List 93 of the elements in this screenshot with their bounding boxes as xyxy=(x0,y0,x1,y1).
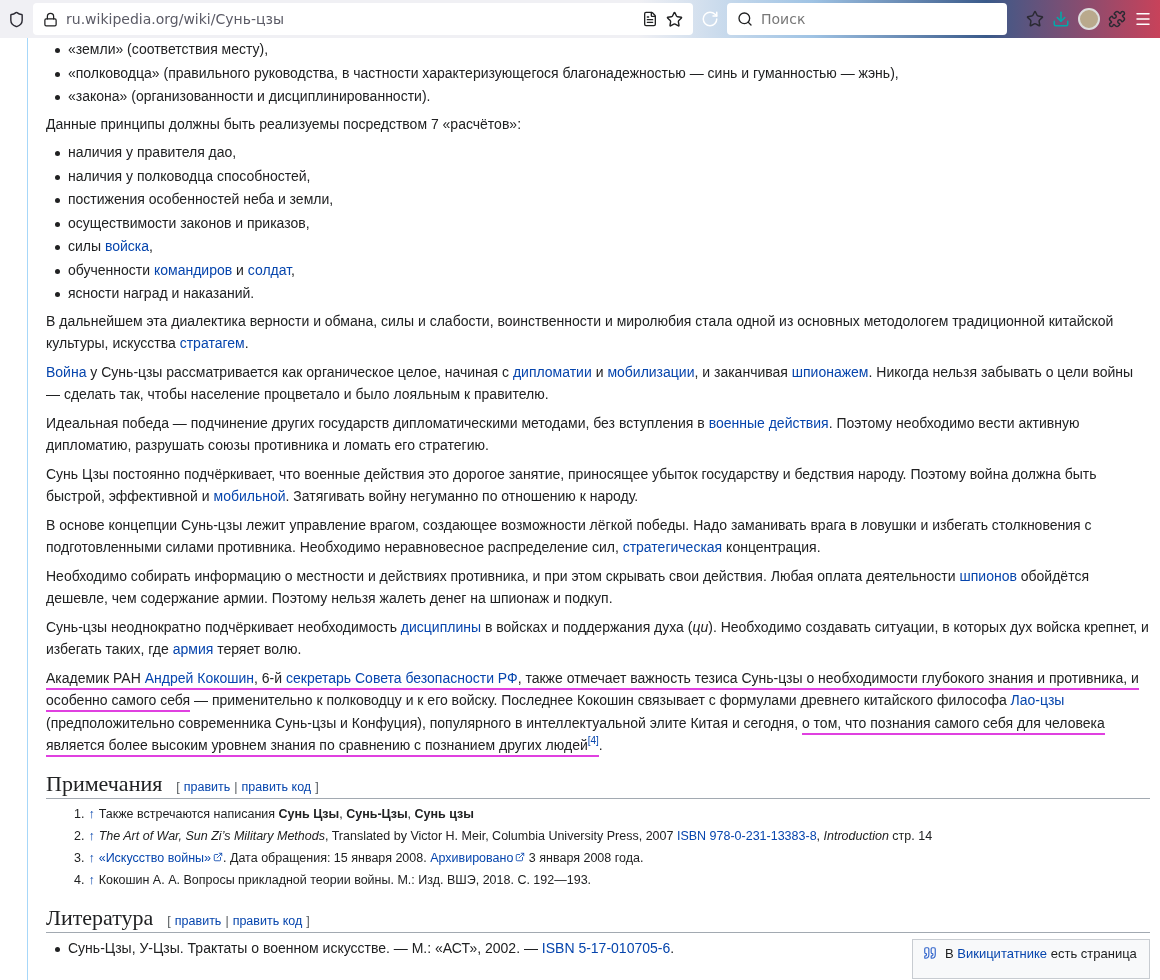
list-item-text: осуществимости законов и приказов, xyxy=(68,213,310,233)
link[interactable]: стратегическая xyxy=(622,539,723,555)
paragraph: В основе концепции Сунь-цзы лежит управление врагом, создающее возможности лёгкой победы. Надо заманивать врага в ловушки и избегать столкновения с подготовленными силами противника. Необходимо неравновесное распределение сил, стратегическая концентрация. xyxy=(46,515,1093,557)
address-bar[interactable]: ru.wikipedia.org/wiki/Сунь-цзы xyxy=(33,3,693,35)
note-text: Также встречаются написания Сунь Цзы, Сунь-Цзы, Сунь цзы xyxy=(98,805,474,823)
link[interactable]: дисциплины xyxy=(400,618,482,635)
menu-icon[interactable] xyxy=(1134,10,1152,28)
download-icon[interactable] xyxy=(1052,10,1070,28)
link[interactable]: дипломатии xyxy=(512,363,592,380)
edit-link[interactable]: править код xyxy=(241,779,312,794)
back-link[interactable]: ↑ xyxy=(88,824,95,847)
search-field[interactable]: Поиск xyxy=(727,3,1007,35)
link[interactable]: мобильной xyxy=(213,488,286,504)
section-heading: Литература xyxy=(46,904,154,931)
bullet-icon xyxy=(55,292,60,297)
link[interactable]: Война xyxy=(46,363,87,380)
link[interactable]: ISBN 978-0-231-13383-8 xyxy=(676,828,817,843)
note-number: 3. xyxy=(74,849,85,867)
wikiquote-text: В Викицитатнике есть страница xyxy=(945,945,1137,961)
list-item-text: ясности наград и наказаний. xyxy=(68,284,255,303)
edit-link[interactable]: править код xyxy=(232,913,303,928)
bullet-icon xyxy=(55,268,60,274)
lock-icon xyxy=(43,11,58,27)
back-link[interactable]: ↑ xyxy=(88,846,95,869)
note-number: 4. xyxy=(74,871,85,889)
link[interactable]: шпионов xyxy=(959,567,1017,584)
external-link-icon xyxy=(213,851,224,862)
link[interactable]: шпионажем xyxy=(791,363,869,380)
paragraph: Сунь-цзы неоднократно подчёркивает необходимость дисциплины в войсках и поддержания духа (ци). Необходимо создавать ситуации, в которых дух войска крепнет, и избегать таких, где армия теряет волю. xyxy=(46,617,1150,659)
note-text: The Art of War, Sun Zi’s Military Methods, Translated by Victor H. Meir, Columbia University Press, 2007 ISBN 978-0-231-13383-8, Introduction стр. 14 xyxy=(98,827,933,845)
list-item-text: «закона» (организованности и дисциплинированности). xyxy=(68,87,431,106)
link[interactable]: стратагем xyxy=(179,335,245,351)
list-item-text: наличия у правителя дао, xyxy=(68,143,237,162)
bullet-icon xyxy=(55,71,60,77)
link[interactable]: Лао-цзы xyxy=(1010,692,1065,708)
search-icon xyxy=(737,11,753,27)
bookmark-star-icon[interactable] xyxy=(666,10,683,28)
paragraph: Необходимо собирать информацию о местности и действиях противника, и при этом скрывать свои действия. Любая оплата деятельности шпионов обойдётся дешевле, чем содержание армии. Поэтому нельзя жалеть денег на шпионаж и подкуп. xyxy=(46,566,1090,608)
note-number: 2. xyxy=(74,827,85,845)
link[interactable]: солдат xyxy=(247,261,292,278)
paragraph: В дальнейшем эта диалектика верности и обмана, силы и слабости, воинственности и миролюбия стала одной из основных методологем традиционной китайской культуры, искусства стратагем. xyxy=(46,311,1115,353)
star-icon[interactable] xyxy=(1026,10,1044,28)
link[interactable]: командиров xyxy=(153,261,233,278)
bullet-icon xyxy=(55,151,60,156)
bracket-text: [ xyxy=(167,913,171,928)
separator-text: | xyxy=(234,779,238,794)
link[interactable]: секретарь Совета безопасности РФ xyxy=(286,669,518,686)
bracket-text: [ xyxy=(176,779,180,794)
list-item-text: «земли» (соответствия месту), xyxy=(68,40,269,59)
paragraph: Сунь Цзы постоянно подчёркивает, что военные действия это дорогое занятие, приносящее убыток государству и бедствия народу. Поэтому война должна быть быстрой, эффективной и мобильной. Затягивать войну негуманно по отношению к народу. xyxy=(46,464,1098,506)
bracket-text: ] xyxy=(306,913,310,928)
account-avatar[interactable] xyxy=(1078,8,1100,30)
list-item-text: обученности командиров и солдат, xyxy=(68,260,295,280)
section-heading: Примечания xyxy=(46,770,163,797)
link[interactable]: Викицитатнике xyxy=(957,945,1048,961)
paragraph: Академик РАН Андрей Кокошин, 6-й секретарь Совета безопасности РФ, также отмечает важность тезиса Сунь-цзы о необходимости глубокого знания и противника, и особенно самого себя — применительно к полководцу и к его войску. Последнее Кокошин связывает с формулами древнего китайского философа Лао-цзы (предположительно современника Сунь-цзы и Конфуция), популярного в интеллектуальной элите Китая и сегодня, о том, что познания самого себя для человека является более высоким уровнем знания по сравнению с познанием других людей$^{[4]}$. xyxy=(46,666,1150,757)
list-item-text: «полководца» (правильного руководства, в частности характеризующегося благонадежностью — синь и гуманностью — жэнь), xyxy=(68,63,899,83)
back-link[interactable]: ↑ xyxy=(88,868,95,891)
separator-text: | xyxy=(225,913,229,928)
quote-icon xyxy=(923,945,937,960)
paragraph: Данные принципы должны быть реализуемы посредством 7 «расчётов»: xyxy=(46,114,523,134)
note-number: 1. xyxy=(74,805,85,823)
link[interactable]: «Искусство войны» xyxy=(98,850,224,865)
note-text: Кокошин А. А. Вопросы прикладной теории войны. М.: Изд. ВШЭ, 2018. С. 192—193. xyxy=(98,871,592,889)
link[interactable]: военные действия xyxy=(708,414,829,431)
link[interactable]: Андрей Кокошин xyxy=(144,669,255,686)
edit-link[interactable]: править xyxy=(174,913,222,928)
list-item-text: силы войска, xyxy=(68,237,153,256)
reader-view-icon[interactable] xyxy=(642,11,658,27)
bullet-icon xyxy=(55,198,60,203)
link[interactable]: армия xyxy=(172,641,214,657)
extensions-icon[interactable] xyxy=(1108,10,1126,28)
search-input[interactable]: Поиск xyxy=(759,10,983,28)
bullet-icon xyxy=(55,48,60,53)
bullet-icon xyxy=(55,95,60,100)
bullet-icon xyxy=(55,174,60,180)
bullet-icon xyxy=(55,946,60,952)
list-item-text: наличия у полководца способностей, xyxy=(68,166,311,186)
link[interactable]: [4] xyxy=(587,735,599,747)
external-link-icon xyxy=(515,851,526,862)
bullet-icon xyxy=(55,221,60,227)
shield-icon[interactable] xyxy=(8,10,25,28)
paragraph: Война у Сунь-цзы рассматривается как органическое целое, начиная с дипломатии и мобилизации, и заканчивая шпионажем. Никогда нельзя забывать о цели войны — сделать так, чтобы население процветало и было лояльным к правителю. xyxy=(46,362,1135,404)
list-item-text: Сунь-Цзы, У-Цзы. Трактаты о военном искусстве. — М.: «АСТ», 2002. — ISBN 5-17-010705-6. xyxy=(68,938,675,958)
note-text: «Искусство войны» . Дата обращения: 15 января 2008. Архивировано 3 января 2008 года. xyxy=(98,849,644,867)
paragraph: Идеальная победа — подчинение других государств дипломатическими методами, без вступления в военные действия. Поэтому необходимо вести активную дипломатию, разрушать союзы противника и ломать его стратегию. xyxy=(46,413,1081,455)
back-link[interactable]: ↑ xyxy=(88,802,95,825)
bullet-icon xyxy=(55,245,60,250)
bracket-text: ] xyxy=(315,779,319,794)
link[interactable]: Архивировано xyxy=(430,850,526,865)
url-text: ru.wikipedia.org/wiki/Сунь-цзы xyxy=(66,11,285,27)
list-item-text: постижения особенностей неба и земли, xyxy=(68,190,334,209)
edit-link[interactable]: править xyxy=(183,779,231,794)
